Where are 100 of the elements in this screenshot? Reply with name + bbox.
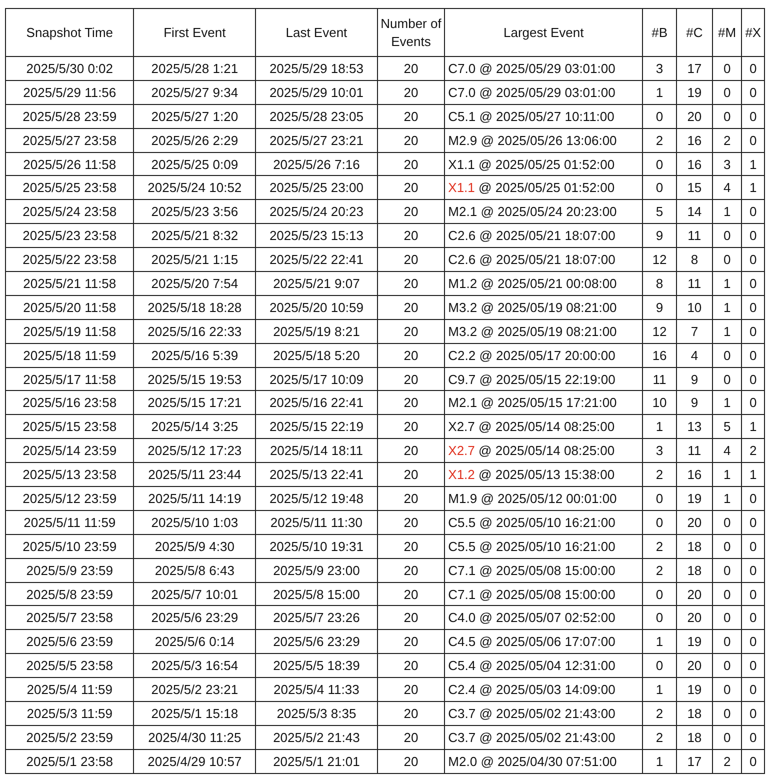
table-cell: 2025/5/7 10:01 [134, 582, 256, 606]
table-cell: 19 [676, 80, 712, 104]
table-cell: 12 [642, 319, 677, 344]
table-cell: 0 [742, 80, 764, 104]
table-cell: 2025/5/16 22:33 [134, 319, 256, 344]
table-cell: 20 [377, 390, 445, 415]
table-cell: 0 [742, 486, 764, 510]
table-cell: 2025/5/25 0:09 [134, 152, 256, 176]
table-cell: C7.0 @ 2025/05/29 03:01:00 [444, 56, 643, 80]
table-cell: C3.7 @ 2025/05/02 21:43:00 [444, 725, 643, 750]
table-cell: M2.1 @ 2025/05/24 20:23:00 [444, 200, 643, 224]
table-cell: 2025/5/8 23:59 [6, 582, 134, 606]
table-cell: 2 [642, 558, 677, 582]
table-cell: 2025/5/25 23:58 [6, 176, 134, 200]
table-cell: 2025/5/15 23:58 [6, 414, 134, 439]
table-cell: 0 [712, 56, 742, 80]
table-cell: 2025/5/21 1:15 [134, 248, 256, 272]
table-cell: 3 [642, 438, 677, 463]
table-cell: 0 [642, 486, 677, 510]
table-cell: 20 [377, 176, 445, 200]
table-cell: 2025/5/7 23:26 [256, 606, 378, 630]
table-cell: 2025/5/13 22:41 [256, 462, 378, 487]
table-cell: 7 [676, 319, 712, 344]
table-cell: 20 [676, 654, 712, 678]
table-cell: 2025/5/27 9:34 [134, 80, 256, 104]
table-cell: 2025/5/29 10:01 [256, 80, 378, 104]
column-header: #X [742, 8, 764, 56]
table-cell: 0 [742, 272, 764, 296]
table-cell: M3.2 @ 2025/05/19 08:21:00 [444, 319, 643, 344]
table-cell: 0 [742, 725, 764, 750]
table-cell: 2025/5/11 23:44 [134, 462, 256, 487]
table-cell: 2025/5/1 15:18 [134, 702, 256, 726]
table-cell: 20 [676, 606, 712, 630]
table-cell: 0 [742, 630, 764, 654]
table-cell: 20 [377, 630, 445, 654]
table-cell: M3.2 @ 2025/05/19 08:21:00 [444, 295, 643, 320]
table-cell: 20 [377, 248, 445, 272]
table-cell: 2025/5/28 1:21 [134, 56, 256, 80]
table-cell: 2025/5/3 16:54 [134, 654, 256, 678]
table-cell: 2025/5/11 11:30 [256, 510, 378, 534]
table-cell: 0 [712, 630, 742, 654]
table-cell: 2025/5/4 11:33 [256, 678, 378, 702]
table-cell: 2025/5/18 11:59 [6, 343, 134, 368]
table-cell: 2025/5/24 23:58 [6, 200, 134, 224]
table-cell: 0 [742, 104, 764, 128]
table-cell: 20 [377, 224, 445, 248]
table-cell: 2025/5/1 23:58 [6, 749, 134, 774]
table-cell: 0 [742, 128, 764, 152]
table-cell: C9.7 @ 2025/05/15 22:19:00 [444, 367, 643, 391]
table-cell: 19 [676, 678, 712, 702]
table-cell: 18 [676, 725, 712, 750]
table-cell: 20 [676, 510, 712, 534]
table-cell: 2025/5/23 23:58 [6, 224, 134, 248]
table-cell: 16 [676, 462, 712, 487]
table-cell: 2025/5/8 6:43 [134, 558, 256, 582]
table-cell: 2 [712, 749, 742, 774]
table-cell: 2025/5/6 23:29 [256, 630, 378, 654]
table-cell: 1 [712, 272, 742, 296]
table-cell: 2025/5/12 19:48 [256, 486, 378, 510]
table-cell: 0 [642, 582, 677, 606]
table-cell: 0 [742, 367, 764, 391]
table-cell: 20 [377, 678, 445, 702]
column-header: Snapshot Time [6, 8, 134, 56]
table-cell: 11 [676, 438, 712, 463]
table-cell: 2025/5/20 11:58 [6, 295, 134, 320]
table-cell: 20 [676, 104, 712, 128]
table-cell: 2025/5/28 23:59 [6, 104, 134, 128]
table-cell: 2025/5/2 23:21 [134, 678, 256, 702]
table-cell: 20 [377, 128, 445, 152]
table-cell: 2025/5/29 11:56 [6, 80, 134, 104]
table-cell: 0 [742, 295, 764, 320]
table-cell: 2025/5/20 7:54 [134, 272, 256, 296]
table-cell: 20 [377, 558, 445, 582]
table-cell: X1.2 @ 2025/05/13 15:38:00 [444, 462, 643, 487]
table-cell: 2025/5/9 23:00 [256, 558, 378, 582]
column-header: Number of Events [377, 8, 445, 56]
column-header: #B [642, 8, 677, 56]
table-cell: 2025/5/25 23:00 [256, 176, 378, 200]
table-cell: 1 [742, 152, 764, 176]
table-cell: 2 [642, 128, 677, 152]
table-cell: 0 [742, 319, 764, 344]
table-cell: 2 [642, 534, 677, 558]
table-cell: 0 [712, 224, 742, 248]
table-cell: 2025/5/19 8:21 [256, 319, 378, 344]
table-cell: 1 [742, 414, 764, 439]
table-cell: 20 [377, 725, 445, 750]
table-cell: 0 [742, 654, 764, 678]
table-cell: X2.7 @ 2025/05/14 08:25:00 [444, 414, 643, 439]
table-cell: 17 [676, 749, 712, 774]
table-cell: 14 [676, 200, 712, 224]
table-cell: 0 [742, 702, 764, 726]
table-cell: 2025/5/2 23:59 [6, 725, 134, 750]
table-cell: X2.7 @ 2025/05/14 08:25:00 [444, 438, 643, 463]
table-cell: 2025/5/5 18:39 [256, 654, 378, 678]
table-cell: 10 [676, 295, 712, 320]
table-cell: 1 [742, 176, 764, 200]
table-cell: 18 [676, 702, 712, 726]
table-cell: 2025/5/24 10:52 [134, 176, 256, 200]
table-cell: 9 [642, 224, 677, 248]
table-cell: X1.1 @ 2025/05/25 01:52:00 [444, 152, 643, 176]
